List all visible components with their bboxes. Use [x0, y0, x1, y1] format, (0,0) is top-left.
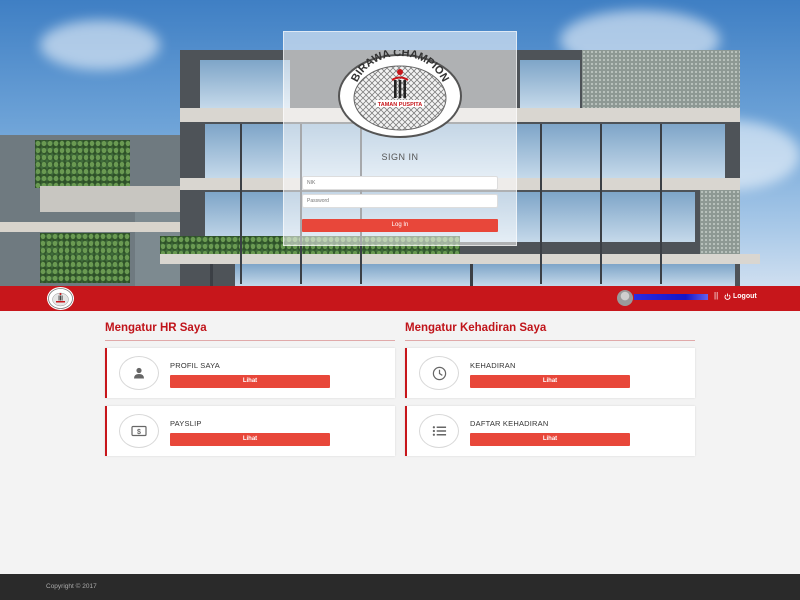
top-navbar: || Logout: [0, 286, 800, 311]
nav-separator: ||: [714, 291, 719, 300]
card-kehadiran: KEHADIRAN Lihat: [405, 348, 695, 398]
lihat-payslip-button[interactable]: Lihat: [170, 433, 330, 446]
company-logo-small[interactable]: [47, 287, 74, 310]
login-button[interactable]: Log In: [302, 219, 498, 232]
copyright-text: Copyright © 2017: [46, 583, 97, 590]
card-daftar-kehadiran: DAFTAR KEHADIRAN Lihat: [405, 406, 695, 456]
lihat-daftar-kehadiran-button[interactable]: Lihat: [470, 433, 630, 446]
footer: Copyright © 2017: [0, 574, 800, 600]
card-profil-saya: PROFIL SAYA Lihat: [105, 348, 395, 398]
password-input[interactable]: [302, 194, 498, 208]
clock-icon: [419, 356, 459, 390]
card-label: PAYSLIP: [170, 419, 202, 428]
list-icon: [419, 414, 459, 448]
section-title-attendance: Mengatur Kehadiran Saya: [405, 322, 547, 334]
logo-subtitle-text: TAMAN PUSPITA: [378, 102, 422, 108]
divider: [405, 340, 695, 341]
card-label: PROFIL SAYA: [170, 361, 220, 370]
power-icon: [724, 293, 731, 300]
company-logo-large: BIRAWA CHAMPION TAMAN PUSPITA: [338, 50, 462, 138]
logout-label: Logout: [733, 293, 757, 300]
divider: [105, 340, 395, 341]
nik-input[interactable]: [302, 176, 498, 190]
logout-button[interactable]: Logout: [724, 293, 757, 300]
money-icon: $: [119, 414, 159, 448]
lihat-kehadiran-button[interactable]: Lihat: [470, 375, 630, 388]
svg-text:$: $: [137, 429, 141, 436]
user-icon: [119, 356, 159, 390]
card-label: KEHADIRAN: [470, 361, 516, 370]
lihat-profil-button[interactable]: Lihat: [170, 375, 330, 388]
signin-title: SIGN IN: [381, 152, 419, 162]
card-label: DAFTAR KEHADIRAN: [470, 419, 549, 428]
username-redacted[interactable]: [634, 294, 708, 300]
hero-background: BIRAWA CHAMPION TAMAN PUSPITA SIGN IN Lo…: [0, 0, 800, 286]
user-avatar[interactable]: [617, 290, 633, 306]
card-payslip: $ PAYSLIP Lihat: [105, 406, 395, 456]
section-title-hr: Mengatur HR Saya: [105, 322, 207, 334]
